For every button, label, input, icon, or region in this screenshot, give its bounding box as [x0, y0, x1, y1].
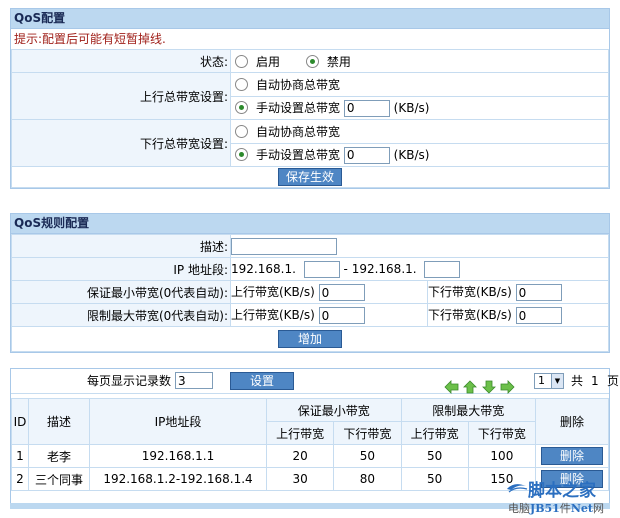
- col-max-down-header: 下行带宽: [467, 421, 537, 445]
- enable-label: 启用: [256, 54, 281, 69]
- watermark-logo-icon: [507, 484, 528, 493]
- set-per-page-button[interactable]: 设置: [230, 372, 294, 390]
- up-auto-label: 自动协商总带宽: [256, 77, 341, 92]
- qos-rules-panel: QoS规则配置 描述: IP 地址段: 192.168.1. - 192.168…: [10, 213, 610, 353]
- ip-start-prefix: 192.168.1.: [231, 261, 296, 276]
- col-max-up-header: 上行带宽: [400, 421, 469, 445]
- add-rule-button[interactable]: 增加: [278, 330, 342, 348]
- up-bandwidth-input[interactable]: [343, 99, 390, 117]
- row-id: 2: [11, 467, 29, 491]
- qos-config-panel: QoS配置 提示:配置后可能有短暂掉线. 状态: 启用 禁用 上行总带宽设置: …: [10, 8, 610, 189]
- row-ip: 192.168.1.1: [89, 444, 267, 468]
- col-max-header: 限制最大带宽: [400, 398, 536, 422]
- down-manual-radio[interactable]: [235, 147, 248, 161]
- chevron-down-icon: ▼: [551, 374, 563, 388]
- row-min-up: 30: [265, 467, 335, 491]
- max-down-input[interactable]: [515, 307, 562, 324]
- table-row: 1 老李 192.168.1.1 20 50 50 100 删除: [11, 444, 609, 468]
- min-down-input[interactable]: [515, 284, 562, 301]
- qos-tip: 提示:配置后可能有短暂掉线.: [14, 32, 166, 46]
- col-ip-header: IP地址段: [89, 398, 267, 445]
- status-label: 状态:: [11, 49, 231, 73]
- up-bandwidth-label: 上行总带宽设置:: [11, 72, 231, 120]
- ip-end-input[interactable]: [424, 260, 461, 278]
- down-bandwidth-input[interactable]: [343, 146, 390, 164]
- page-select[interactable]: 1 ▼: [534, 373, 564, 389]
- row-max-up: 50: [400, 467, 469, 491]
- col-min-header: 保证最小带宽: [266, 398, 402, 422]
- total-pages: 1: [591, 374, 599, 388]
- up-manual-radio[interactable]: [235, 100, 248, 114]
- qos-rules-title: QoS规则配置: [11, 214, 609, 234]
- ip-start-input[interactable]: [303, 260, 340, 278]
- save-apply-button[interactable]: 保存生效: [278, 168, 342, 186]
- col-delete-header: 删除: [535, 398, 609, 445]
- prev-page-icon[interactable]: [462, 379, 478, 394]
- max-down-label: 下行带宽(KB/s): [428, 308, 512, 322]
- total-prefix: 共: [571, 374, 584, 388]
- down-auto-label: 自动协商总带宽: [256, 124, 341, 139]
- row-max-down: 100: [467, 444, 537, 468]
- max-up-label: 上行带宽(KB/s): [231, 308, 315, 322]
- col-id-header: ID: [11, 398, 29, 445]
- row-min-down: 50: [333, 444, 402, 468]
- row-max-up: 50: [400, 444, 469, 468]
- row-id: 1: [11, 444, 29, 468]
- row-min-down: 80: [333, 467, 402, 491]
- up-manual-label: 手动设置总带宽: [256, 100, 341, 115]
- desc-input[interactable]: [231, 237, 337, 255]
- watermark-line1: 脚本之家: [528, 481, 596, 501]
- qos-config-form: 状态: 启用 禁用 上行总带宽设置: 自动协商总带宽 手动设置总带宽 (KB/s…: [11, 49, 609, 188]
- per-page-label: 每页显示记录数: [87, 374, 172, 388]
- col-desc-header: 描述: [28, 398, 90, 445]
- watermark: 脚本之家 电脑JB51件Net网: [506, 476, 618, 516]
- ip-range-label: IP 地址段:: [11, 257, 231, 281]
- enable-radio[interactable]: [235, 54, 248, 68]
- min-down-label: 下行带宽(KB/s): [428, 285, 512, 299]
- down-auto-radio[interactable]: [235, 124, 248, 138]
- page-select-value: 1: [538, 374, 545, 387]
- min-up-input[interactable]: [318, 284, 365, 301]
- row-ip: 192.168.1.2-192.168.1.4: [89, 467, 267, 491]
- total-suffix: 页: [607, 374, 620, 388]
- disable-radio[interactable]: [305, 54, 319, 68]
- ip-end-prefix: - 192.168.1.: [343, 261, 417, 276]
- qos-config-title: QoS配置: [11, 9, 609, 29]
- up-auto-radio[interactable]: [235, 77, 248, 91]
- max-bandwidth-label: 限制最大带宽(0代表自动):: [11, 303, 231, 327]
- row-desc: 老李: [28, 444, 90, 468]
- qos-rules-form: 描述: IP 地址段: 192.168.1. - 192.168.1. 保证最小…: [11, 234, 609, 352]
- down-manual-label: 手动设置总带宽: [256, 147, 341, 162]
- first-page-icon[interactable]: [444, 379, 459, 394]
- min-bandwidth-label: 保证最小带宽(0代表自动):: [11, 280, 231, 304]
- watermark-line2: 电脑JB51件Net网: [508, 502, 604, 515]
- up-unit-label: (KB/s): [393, 100, 430, 115]
- max-up-input[interactable]: [318, 307, 365, 324]
- desc-label: 描述:: [11, 234, 231, 258]
- down-bandwidth-label: 下行总带宽设置:: [11, 119, 231, 167]
- row-desc: 三个同事: [28, 467, 90, 491]
- disable-label: 禁用: [326, 54, 351, 69]
- col-min-up-header: 上行带宽: [265, 421, 335, 445]
- min-up-label: 上行带宽(KB/s): [231, 285, 315, 299]
- col-min-down-header: 下行带宽: [333, 421, 402, 445]
- last-page-icon[interactable]: [500, 379, 516, 394]
- next-page-icon[interactable]: [481, 380, 497, 394]
- down-unit-label: (KB/s): [393, 147, 430, 162]
- row-min-up: 20: [265, 444, 335, 468]
- per-page-input[interactable]: [175, 372, 213, 389]
- list-toolbar: 每页显示记录数 设置 1 ▼ 共 1 页: [11, 369, 619, 394]
- pager-icons: [444, 374, 516, 398]
- delete-button[interactable]: 删除: [541, 447, 603, 465]
